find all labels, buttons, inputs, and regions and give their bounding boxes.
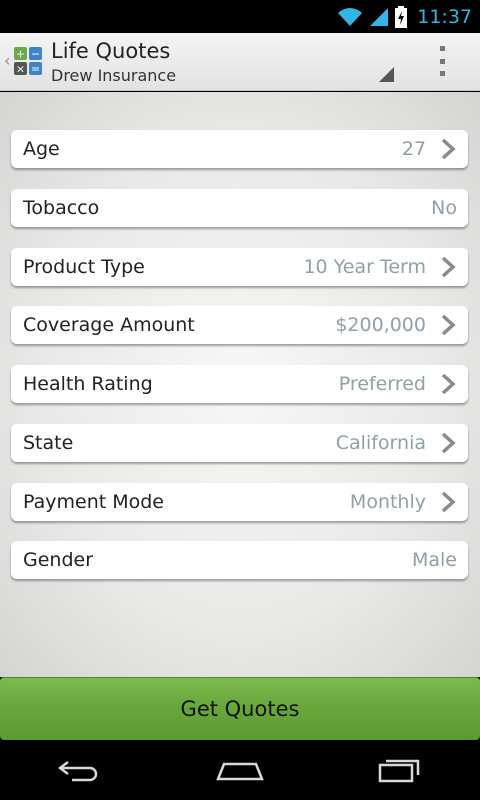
back-arrow-icon [58, 761, 98, 782]
calculator-app-icon[interactable]: + − × = [14, 47, 42, 75]
field-row-age[interactable]: Age 27 [11, 130, 468, 168]
field-label: Age [23, 138, 60, 160]
wifi-icon [338, 7, 363, 26]
svg-text:×: × [16, 63, 25, 76]
clock: 11:37 [417, 5, 472, 28]
field-label: Tobacco [23, 197, 100, 219]
field-label: Coverage Amount [23, 314, 195, 336]
field-value: Monthly [349, 491, 426, 513]
field-value: 10 Year Term [303, 256, 426, 278]
svg-text:−: − [31, 48, 40, 61]
field-value: $200,000 [335, 314, 426, 336]
field-row-coverage-amount[interactable]: Coverage Amount $200,000 [11, 306, 468, 344]
field-value: 27 [401, 138, 426, 160]
field-value: Male [411, 549, 457, 571]
chevron-right-icon [441, 374, 456, 394]
home-icon [216, 762, 264, 781]
chevron-right-icon [441, 315, 456, 335]
field-value: Preferred [338, 373, 426, 395]
field-row-product-type[interactable]: Product Type 10 Year Term [11, 248, 468, 286]
field-row-tobacco[interactable]: Tobacco No [11, 189, 468, 227]
field-label: Product Type [23, 256, 145, 278]
field-row-payment-mode[interactable]: Payment Mode Monthly [11, 483, 468, 521]
home-button[interactable] [210, 750, 270, 790]
overflow-menu-icon[interactable] [440, 46, 448, 76]
svg-text:=: = [31, 63, 40, 76]
field-label: State [23, 432, 74, 454]
page-title: Life Quotes [51, 39, 171, 63]
get-quotes-button[interactable]: Get Quotes [0, 677, 480, 740]
field-value: California [335, 432, 426, 454]
spinner-indicator-icon [379, 67, 394, 82]
field-label: Gender [23, 549, 94, 571]
field-row-gender[interactable]: Gender Male [11, 541, 468, 579]
field-label: Health Rating [23, 373, 153, 395]
navigation-bar [0, 740, 480, 800]
status-bar: 11:37 [0, 0, 480, 33]
up-caret-icon[interactable]: ‹ [4, 51, 10, 70]
chevron-right-icon [441, 139, 456, 159]
recent-apps-icon [378, 759, 420, 783]
back-button[interactable] [50, 750, 110, 790]
field-row-health-rating[interactable]: Health Rating Preferred [11, 365, 468, 403]
battery-charging-icon [395, 5, 408, 28]
action-bar: ‹ + − × = Life Quotes Drew Insurance [0, 33, 480, 91]
svg-text:+: + [16, 48, 25, 61]
field-label: Payment Mode [23, 491, 164, 513]
field-value: No [431, 197, 457, 219]
chevron-right-icon [441, 433, 456, 453]
signal-icon [370, 7, 389, 26]
field-row-state[interactable]: State California [11, 424, 468, 462]
chevron-right-icon [441, 257, 456, 277]
page-subtitle-spinner[interactable]: Drew Insurance [51, 66, 176, 85]
recent-apps-button[interactable] [370, 750, 430, 790]
chevron-right-icon [441, 492, 456, 512]
